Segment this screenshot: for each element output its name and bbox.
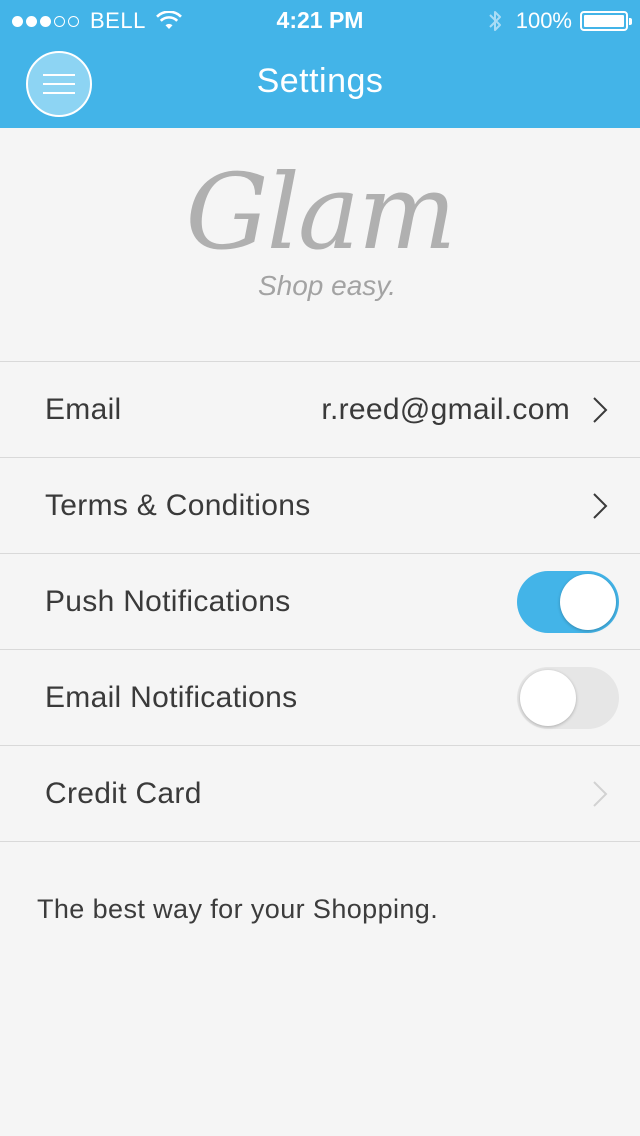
- settings-row-terms[interactable]: Terms & Conditions: [0, 458, 640, 554]
- brand-wordmark: Glam: [185, 151, 457, 273]
- settings-row-push-notifications: Push Notifications: [0, 554, 640, 650]
- terms-label: Terms & Conditions: [45, 488, 311, 522]
- footer-text: The best way for your Shopping.: [37, 894, 439, 924]
- settings-list: Email r.reed@gmail.com Terms & Condition…: [0, 361, 640, 842]
- email-value: r.reed@gmail.com: [321, 392, 570, 426]
- email-notifications-label: Email Notifications: [45, 680, 298, 714]
- brand-tagline: Shop easy.: [257, 270, 397, 301]
- settings-row-credit-card[interactable]: Credit Card: [0, 746, 640, 842]
- chevron-right-icon: [593, 780, 608, 807]
- email-notifications-toggle[interactable]: [517, 666, 619, 729]
- bluetooth-icon: [489, 11, 501, 31]
- battery-icon: [580, 11, 632, 31]
- status-bar: BELL 4:21 PM 100%: [0, 0, 640, 40]
- page-title: Settings: [256, 62, 384, 100]
- credit-card-label: Credit Card: [45, 776, 202, 810]
- chevron-right-icon: [593, 492, 608, 519]
- navigation-bar: BELL 4:21 PM 100% Settings: [0, 0, 640, 128]
- brand-logo: Glam Shop easy.: [0, 160, 640, 302]
- settings-row-email[interactable]: Email r.reed@gmail.com: [0, 362, 640, 458]
- push-notifications-toggle[interactable]: [517, 570, 619, 633]
- battery-percentage: 100%: [515, 8, 572, 33]
- chevron-right-icon: [593, 396, 608, 423]
- email-label: Email: [45, 392, 122, 426]
- push-notifications-label: Push Notifications: [45, 584, 291, 618]
- toggle-knob: [520, 669, 576, 726]
- toggle-knob: [560, 573, 616, 630]
- status-right: 100%: [488, 8, 632, 34]
- settings-row-email-notifications: Email Notifications: [0, 650, 640, 746]
